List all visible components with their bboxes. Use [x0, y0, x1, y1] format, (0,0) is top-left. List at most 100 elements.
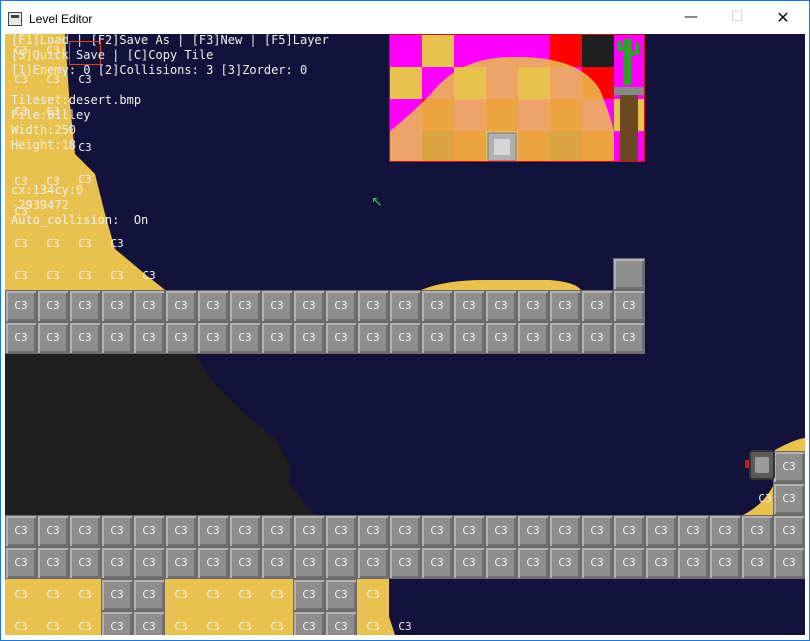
stone-tile[interactable]	[613, 515, 645, 547]
stone-tile[interactable]	[197, 290, 229, 322]
stone-tile[interactable]	[517, 290, 549, 322]
cannon-object[interactable]	[749, 450, 775, 480]
stone-tile[interactable]	[421, 290, 453, 322]
stone-tile[interactable]	[773, 547, 805, 579]
stone-tile[interactable]	[293, 290, 325, 322]
stone-tile[interactable]	[421, 547, 453, 579]
stone-tile[interactable]	[293, 322, 325, 354]
stone-tile[interactable]	[613, 258, 645, 290]
stone-tile[interactable]	[69, 515, 101, 547]
stone-tile[interactable]	[37, 322, 69, 354]
sand-tile[interactable]	[165, 611, 197, 635]
stone-tile[interactable]	[69, 322, 101, 354]
stone-tile[interactable]	[581, 547, 613, 579]
stone-tile[interactable]	[389, 290, 421, 322]
stone-tile[interactable]	[133, 611, 165, 635]
tileset-preview[interactable]	[389, 34, 645, 162]
stone-tile[interactable]	[133, 579, 165, 611]
stone-tile[interactable]	[69, 547, 101, 579]
sand-tile[interactable]	[229, 611, 261, 635]
stone-tile[interactable]	[677, 547, 709, 579]
stone-tile[interactable]	[645, 547, 677, 579]
stone-tile[interactable]	[229, 515, 261, 547]
sand-tile[interactable]	[5, 579, 37, 611]
stone-tile[interactable]	[549, 547, 581, 579]
stone-tile[interactable]	[677, 515, 709, 547]
sand-tile[interactable]	[37, 611, 69, 635]
stone-tile[interactable]	[613, 322, 645, 354]
stone-tile[interactable]	[357, 515, 389, 547]
stone-tile[interactable]	[101, 547, 133, 579]
stone-tile[interactable]	[325, 322, 357, 354]
stone-tile[interactable]	[165, 322, 197, 354]
stone-tile[interactable]	[261, 290, 293, 322]
stone-tile[interactable]	[485, 322, 517, 354]
stone-tile[interactable]	[773, 483, 805, 515]
stone-tile[interactable]	[325, 290, 357, 322]
stone-tile[interactable]	[37, 515, 69, 547]
stone-tile[interactable]	[357, 322, 389, 354]
stone-tile[interactable]	[389, 547, 421, 579]
stone-tile[interactable]	[165, 515, 197, 547]
stone-tile[interactable]	[293, 547, 325, 579]
stone-tile[interactable]	[325, 547, 357, 579]
stone-tile[interactable]	[453, 290, 485, 322]
stone-tile[interactable]	[389, 515, 421, 547]
stone-tile[interactable]	[773, 515, 805, 547]
stone-tile[interactable]	[453, 547, 485, 579]
stone-tile[interactable]	[421, 515, 453, 547]
stone-tile[interactable]	[101, 579, 133, 611]
stone-tile[interactable]	[261, 322, 293, 354]
stone-tile[interactable]	[421, 322, 453, 354]
stone-tile[interactable]	[741, 547, 773, 579]
stone-tile[interactable]	[357, 290, 389, 322]
stone-tile[interactable]	[645, 515, 677, 547]
stone-tile[interactable]	[101, 290, 133, 322]
stone-tile[interactable]	[229, 547, 261, 579]
stone-tile[interactable]	[101, 611, 133, 635]
stone-tile[interactable]	[133, 547, 165, 579]
stone-tile[interactable]	[453, 515, 485, 547]
stone-tile[interactable]	[69, 290, 101, 322]
sand-tile[interactable]	[5, 611, 37, 635]
stone-tile[interactable]	[261, 515, 293, 547]
stone-tile[interactable]	[581, 322, 613, 354]
stone-tile[interactable]	[453, 322, 485, 354]
stone-tile[interactable]	[517, 547, 549, 579]
stone-tile[interactable]	[133, 290, 165, 322]
stone-tile[interactable]	[517, 322, 549, 354]
stone-tile[interactable]	[5, 322, 37, 354]
maximize-button[interactable]: ☐	[714, 1, 760, 34]
sand-tile[interactable]	[197, 611, 229, 635]
sand-tile[interactable]	[229, 579, 261, 611]
stone-tile[interactable]	[613, 290, 645, 322]
sand-tile[interactable]	[357, 611, 389, 635]
minimize-button[interactable]: —	[668, 1, 714, 34]
stone-tile[interactable]	[773, 451, 805, 483]
stone-tile[interactable]	[197, 322, 229, 354]
stone-tile[interactable]	[261, 547, 293, 579]
sand-tile[interactable]	[69, 611, 101, 635]
stone-tile[interactable]	[101, 515, 133, 547]
stone-tile[interactable]	[165, 290, 197, 322]
stone-tile[interactable]	[517, 515, 549, 547]
stone-tile[interactable]	[709, 547, 741, 579]
close-button[interactable]: ✕	[760, 1, 806, 34]
stone-tile[interactable]	[389, 322, 421, 354]
stone-tile[interactable]	[549, 290, 581, 322]
stone-tile[interactable]	[549, 515, 581, 547]
sand-tile[interactable]	[165, 579, 197, 611]
stone-tile[interactable]	[229, 290, 261, 322]
stone-tile[interactable]	[229, 322, 261, 354]
stone-tile[interactable]	[741, 515, 773, 547]
stone-tile[interactable]	[357, 547, 389, 579]
stone-tile[interactable]	[197, 515, 229, 547]
stone-tile[interactable]	[325, 611, 357, 635]
sand-tile[interactable]	[69, 579, 101, 611]
stone-tile[interactable]	[101, 322, 133, 354]
stone-tile[interactable]	[37, 547, 69, 579]
stone-tile[interactable]	[165, 547, 197, 579]
stone-tile[interactable]	[485, 515, 517, 547]
stone-tile[interactable]	[325, 579, 357, 611]
stone-tile[interactable]	[581, 515, 613, 547]
